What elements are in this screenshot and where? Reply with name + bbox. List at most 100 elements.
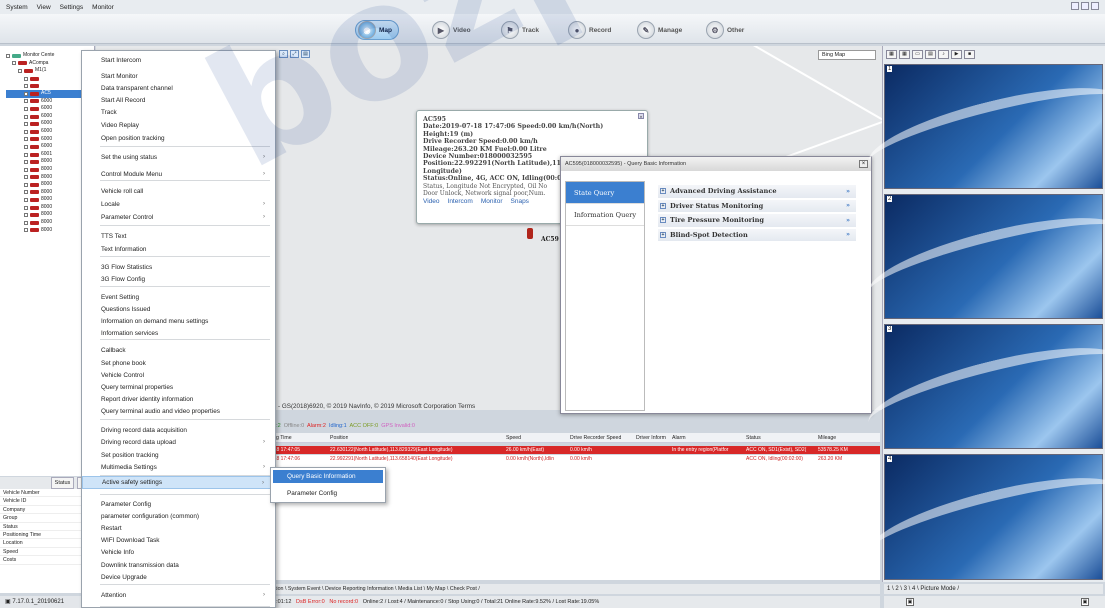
menu-item-query-terminal-properties[interactable]: Query terminal properties xyxy=(82,382,275,393)
gps-invalid-count[interactable]: GPS Invalid:0 xyxy=(381,423,415,429)
menu-item-driving-record-data-acquisition[interactable]: Driving record data acquisition xyxy=(82,425,275,436)
checkbox[interactable] xyxy=(24,106,28,111)
menu-item-set-position-tracking[interactable]: Set position tracking xyxy=(82,450,275,461)
menu-item-control-module-menu[interactable]: Control Module Menu › xyxy=(82,169,275,180)
checkbox[interactable] xyxy=(6,53,10,58)
bottom-tabs[interactable]: ation \ System Event \ Device Reporting … xyxy=(270,584,880,594)
menu-item-open-position-tracking[interactable]: Open position tracking xyxy=(82,133,275,144)
maximize-icon[interactable] xyxy=(1081,2,1089,10)
checkbox[interactable] xyxy=(18,68,22,73)
checkbox[interactable] xyxy=(24,213,28,218)
menu-item-start-all-record[interactable]: Start All Record xyxy=(82,95,275,106)
checkbox[interactable] xyxy=(24,205,28,210)
section-advanced-driving-assistance[interactable]: + Advanced Driving Assistance» xyxy=(658,185,856,198)
col-driver-info[interactable]: Driver Inform xyxy=(636,433,666,443)
tab-other[interactable]: ⚙ Other xyxy=(704,20,750,40)
intercom-link[interactable]: Intercom xyxy=(448,198,473,205)
close-icon[interactable] xyxy=(1091,2,1099,10)
acc-off-count[interactable]: ACC OFF:0 xyxy=(349,423,378,429)
menu-monitor[interactable]: Monitor xyxy=(92,4,114,11)
zoom-icon[interactable]: ⌕ xyxy=(279,50,288,58)
close-icon[interactable]: × xyxy=(638,113,644,119)
split-icon[interactable]: ▤ xyxy=(925,50,936,59)
play-icon[interactable]: ▶ xyxy=(951,50,962,59)
checkbox[interactable] xyxy=(24,182,28,187)
tab-map[interactable]: ◉ Map xyxy=(355,20,399,40)
checkbox[interactable] xyxy=(24,99,28,104)
col-position[interactable]: Position xyxy=(330,433,348,443)
stop-icon[interactable]: ■ xyxy=(964,50,975,59)
checkbox[interactable] xyxy=(24,144,28,149)
tab-video[interactable]: ▶ Video xyxy=(430,20,477,40)
video-link[interactable]: Video xyxy=(423,198,440,205)
table-row[interactable]: -18 17:47:05 22.630122(North Latitude),1… xyxy=(270,446,880,454)
menu-view[interactable]: View xyxy=(37,4,51,11)
menu-item-parameter-control[interactable]: Parameter Control › xyxy=(82,212,275,223)
parameter-config-item[interactable]: Parameter Config xyxy=(273,487,383,500)
offline-count[interactable]: Offline:0 xyxy=(284,423,304,429)
menu-item-report-driver-identity-information[interactable]: Report driver identity information xyxy=(82,394,275,405)
checkbox[interactable] xyxy=(24,228,28,233)
menu-system[interactable]: System xyxy=(6,4,28,11)
video-pane[interactable]: 1 xyxy=(861,64,1105,192)
menu-item-parameter-configuration-common[interactable]: parameter configuration (common) xyxy=(82,511,275,522)
layer-icon[interactable]: ▤ xyxy=(301,50,310,58)
section-tire-pressure-monitoring[interactable]: + Tire Pressure Monitoring» xyxy=(658,214,856,227)
checkbox[interactable] xyxy=(24,114,28,119)
menu-item-device-upgrade[interactable]: Device Upgrade xyxy=(82,572,275,583)
menu-item-track[interactable]: Track xyxy=(82,107,275,118)
checkbox[interactable] xyxy=(24,152,28,157)
alarm-count[interactable]: Alarm:2 xyxy=(307,423,326,429)
col-mileage[interactable]: Mileage xyxy=(818,433,836,443)
menu-item-set-the-using-status[interactable]: Set the using status › xyxy=(82,152,275,163)
state-query-item[interactable]: State Query xyxy=(566,182,644,204)
volume-icon[interactable]: ♪ xyxy=(938,50,949,59)
col-drive-recorder-speed[interactable]: Drive Recorder Speed xyxy=(570,433,621,443)
col-status[interactable]: Status xyxy=(746,433,761,443)
menu-item-query-terminal-audio-and-video-properties[interactable]: Query terminal audio and video propertie… xyxy=(82,406,275,417)
idling-count[interactable]: Idling:1 xyxy=(329,423,347,429)
menu-item-text-information[interactable]: Text Information xyxy=(82,244,275,255)
video-pane[interactable]: 2 xyxy=(861,194,1105,322)
checkbox[interactable] xyxy=(24,175,28,180)
checkbox[interactable] xyxy=(24,167,28,172)
checkbox[interactable] xyxy=(24,220,28,225)
menu-item-3g-flow-statistics[interactable]: 3G Flow Statistics xyxy=(82,262,275,273)
menu-item-multimedia-settings[interactable]: Multimedia Settings › xyxy=(82,462,275,473)
table-row[interactable]: -18 17:47:06 22.992291(North Latitude),1… xyxy=(270,455,880,463)
grid-icon[interactable]: ▦ xyxy=(899,50,910,59)
menu-item-driving-record-data-upload[interactable]: Driving record data upload › xyxy=(82,437,275,448)
menu-item-data-transparent-channel[interactable]: Data transparent channel xyxy=(82,83,275,94)
checkbox[interactable] xyxy=(24,190,28,195)
screen-icon[interactable]: ▭ xyxy=(912,50,923,59)
menu-item-video-replay[interactable]: Video Replay xyxy=(82,120,275,131)
monitor-link[interactable]: Monitor xyxy=(481,198,503,205)
menu-item-active-safety-settings[interactable]: Active safety settings › xyxy=(82,476,275,489)
section-driver-status-monitoring[interactable]: + Driver Status Monitoring» xyxy=(658,199,856,212)
video-pane[interactable]: 4 xyxy=(861,454,1105,582)
tab-record[interactable]: ● Record xyxy=(566,20,617,40)
checkbox[interactable] xyxy=(24,137,28,142)
expand-icon[interactable]: ▣ xyxy=(1081,598,1089,606)
col-speed[interactable]: Speed xyxy=(506,433,521,443)
tab-manage[interactable]: ✎ Manage xyxy=(635,20,688,40)
record-icon[interactable]: ▣ xyxy=(906,598,914,606)
menu-item-information-on-demand-menu-settings[interactable]: Information on demand menu settings xyxy=(82,316,275,327)
checkbox[interactable] xyxy=(24,84,28,89)
menu-item-questions-issued[interactable]: Questions Issued xyxy=(82,304,275,315)
menu-item-set-phone-book[interactable]: Set phone book xyxy=(82,358,275,369)
menu-item-downlink-transmission-data[interactable]: Downlink transmission data xyxy=(82,560,275,571)
video-pane[interactable]: 3 xyxy=(861,324,1105,452)
menu-item-locale[interactable]: Locale › xyxy=(82,199,275,210)
menu-item-wifi-download-task[interactable]: WIFI Download Task xyxy=(82,535,275,546)
menu-item-vehicle-roll-call[interactable]: Vehicle roll call xyxy=(82,186,275,197)
menu-item-information-services[interactable]: Information services xyxy=(82,328,275,339)
video-tabs[interactable]: 1 \ 2 \ 3 \ 4 \ Picture Mode / xyxy=(884,584,1103,594)
menu-item-3g-flow-config[interactable]: 3G Flow Config xyxy=(82,274,275,285)
tab-track[interactable]: ⚑ Track xyxy=(499,20,545,40)
menu-item-attention[interactable]: Attention › xyxy=(82,590,275,601)
tab-status[interactable]: Status xyxy=(50,477,75,489)
menu-item-parameter-config[interactable]: Parameter Config xyxy=(82,499,275,510)
information-query-item[interactable]: Information Query xyxy=(566,204,644,226)
menu-item-vehicle-control[interactable]: Vehicle Control xyxy=(82,370,275,381)
